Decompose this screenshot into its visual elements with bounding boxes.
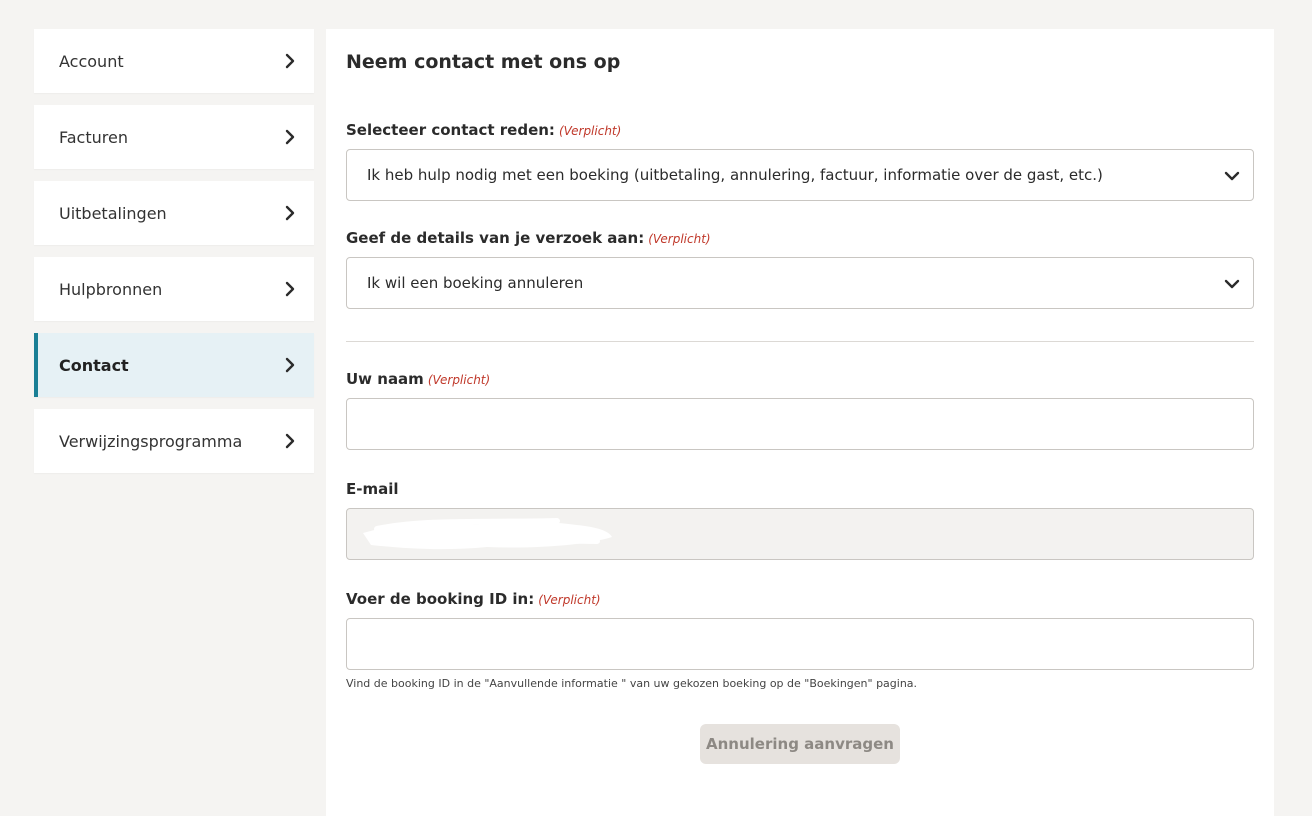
chevron-right-icon (285, 281, 295, 297)
request-cancellation-button[interactable]: Annulering aanvragen (700, 724, 900, 764)
chevron-right-icon (285, 357, 295, 373)
required-marker: (Verplicht) (648, 232, 711, 246)
request-details-value: Ik wil een boeking annuleren (367, 274, 584, 292)
required-marker: (Verplicht) (427, 373, 491, 387)
chevron-right-icon (285, 129, 295, 145)
sidebar-item-contact[interactable]: Contact (34, 333, 314, 397)
sidebar-item-facturen[interactable]: Facturen (34, 105, 314, 169)
contact-reason-label-text: Selecteer contact reden: (346, 121, 555, 139)
sidebar-item-label: Uitbetalingen (59, 203, 167, 223)
chevron-right-icon (285, 53, 295, 69)
chevron-down-icon (1224, 279, 1240, 289)
request-details-label: Geef de details van je verzoek aan: (Verp… (346, 229, 711, 247)
chevron-right-icon (285, 433, 295, 449)
request-details-label-text: Geef de details van je verzoek aan: (346, 229, 645, 247)
divider (346, 341, 1254, 342)
name-label-text: Uw naam (346, 370, 424, 388)
page-title: Neem contact met ons op (346, 51, 621, 73)
email-field (346, 508, 1254, 560)
contact-reason-label: Selecteer contact reden: (Verplicht) (346, 121, 621, 139)
booking-id-label: Voer de booking ID in: (Verplicht) (346, 590, 601, 608)
sidebar-item-label: Account (59, 51, 124, 71)
sidebar-item-label: Verwijzingsprogramma (59, 431, 243, 451)
sidebar-item-account[interactable]: Account (34, 29, 314, 93)
chevron-down-icon (1224, 171, 1240, 181)
chevron-right-icon (285, 205, 295, 221)
name-label: Uw naam (Verplicht) (346, 370, 490, 388)
sidebar-item-verwijzingsprogramma[interactable]: Verwijzingsprogramma (34, 409, 314, 473)
booking-id-label-text: Voer de booking ID in: (346, 590, 535, 608)
redacted-email-scribble (363, 518, 612, 550)
contact-reason-select[interactable]: Ik heb hulp nodig met een boeking (uitbe… (346, 149, 1254, 201)
sidebar-item-label: Contact (59, 355, 129, 375)
name-field[interactable] (346, 398, 1254, 450)
required-marker: (Verplicht) (558, 124, 622, 138)
sidebar: Account Facturen Uitbetalingen Hulpbronn… (34, 29, 314, 485)
required-marker: (Verplicht) (538, 593, 601, 607)
booking-id-field[interactable] (346, 618, 1254, 670)
email-label: E-mail (346, 480, 399, 498)
sidebar-item-hulpbronnen[interactable]: Hulpbronnen (34, 257, 314, 321)
request-details-select[interactable]: Ik wil een boeking annuleren (346, 257, 1254, 309)
contact-reason-value: Ik heb hulp nodig met een boeking (uitbe… (367, 166, 1103, 184)
contact-form-panel: Neem contact met ons op Selecteer contac… (326, 29, 1274, 816)
sidebar-item-label: Hulpbronnen (59, 279, 163, 299)
sidebar-item-uitbetalingen[interactable]: Uitbetalingen (34, 181, 314, 245)
booking-id-hint: Vind de booking ID in de "Aanvullende in… (346, 677, 918, 690)
sidebar-item-label: Facturen (59, 127, 128, 147)
